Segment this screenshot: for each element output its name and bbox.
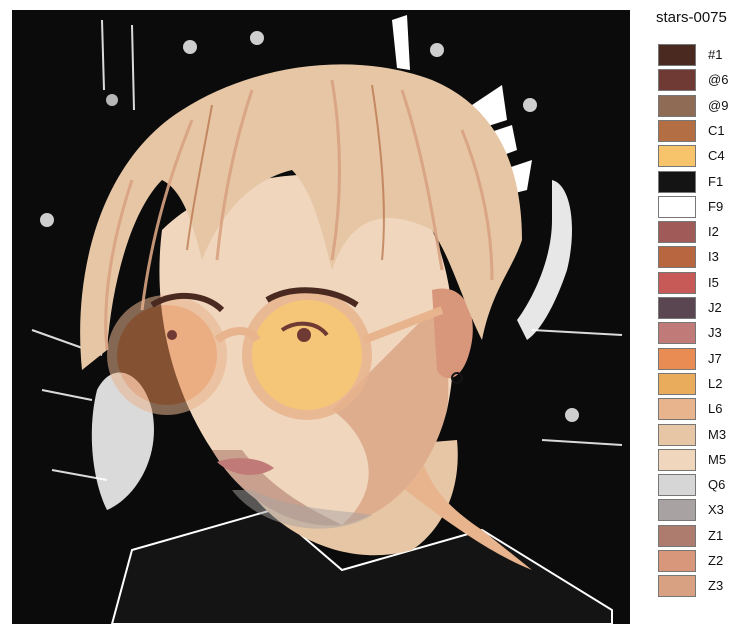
palette-entry: J3 — [658, 322, 750, 345]
color-swatch — [658, 170, 696, 193]
color-code-label: J7 — [708, 350, 722, 366]
color-swatch — [658, 145, 696, 168]
color-swatch — [658, 94, 696, 117]
palette-entry: @9 — [658, 94, 750, 117]
color-swatch — [658, 69, 696, 92]
color-code-label: @6 — [708, 72, 729, 88]
color-code-label: I2 — [708, 224, 719, 240]
palette-entry: Z1 — [658, 524, 750, 547]
palette-entry: I2 — [658, 221, 750, 244]
color-code-label: Q6 — [708, 477, 726, 493]
color-code-label: L6 — [708, 401, 723, 417]
color-code-label: F1 — [708, 173, 724, 189]
palette-entry: I3 — [658, 246, 750, 269]
color-swatch — [658, 398, 696, 421]
palette-entry: X3 — [658, 499, 750, 522]
color-code-label: M5 — [708, 451, 727, 467]
palette-entry: Q6 — [658, 474, 750, 497]
color-swatch — [658, 372, 696, 395]
color-swatch — [658, 423, 696, 446]
palette-entry: C1 — [658, 119, 750, 142]
color-swatch — [658, 271, 696, 294]
color-code-label: Z3 — [708, 578, 724, 594]
color-swatch — [658, 550, 696, 572]
color-code-label: Z2 — [708, 553, 724, 568]
palette-entry: F1 — [658, 170, 750, 193]
color-code-label: M3 — [708, 426, 727, 442]
palette-entry: F9 — [658, 195, 750, 218]
color-code-label: #1 — [708, 47, 723, 62]
color-code-label: I5 — [708, 274, 719, 290]
portrait-illustration — [12, 10, 630, 624]
color-swatch — [658, 297, 696, 319]
palette-entry: L2 — [658, 372, 750, 395]
color-code-label: C1 — [708, 122, 725, 138]
palette-entry: Z2 — [658, 550, 750, 572]
palette-entry: M3 — [658, 423, 750, 446]
color-swatch — [658, 195, 696, 218]
palette-entry: L6 — [658, 398, 750, 421]
palette-entry: Z3 — [658, 575, 750, 598]
color-code-label: C4 — [708, 148, 725, 164]
color-code-label: L2 — [708, 375, 723, 391]
color-code-label: X3 — [708, 502, 724, 518]
color-code-label: @9 — [708, 97, 729, 113]
color-swatch — [658, 44, 696, 66]
color-code-label: I3 — [708, 249, 719, 265]
color-code-label: Z1 — [708, 527, 724, 543]
color-swatch — [658, 119, 696, 142]
color-swatch — [658, 499, 696, 522]
color-swatch — [658, 575, 696, 598]
palette-entry: @6 — [658, 69, 750, 92]
palette-entry: J2 — [658, 297, 750, 319]
product-code: stars-0075 — [656, 9, 727, 26]
color-swatch — [658, 347, 696, 370]
color-swatch — [658, 524, 696, 547]
color-swatch — [658, 246, 696, 269]
palette-entry: M5 — [658, 448, 750, 471]
palette-entry: #1 — [658, 44, 750, 66]
color-code-label: J3 — [708, 325, 722, 341]
color-swatch — [658, 448, 696, 471]
palette-entry: J7 — [658, 347, 750, 370]
color-code-label: J2 — [708, 300, 722, 315]
color-swatch — [658, 322, 696, 345]
color-swatch — [658, 474, 696, 497]
paint-by-numbers-artwork — [12, 10, 630, 624]
color-code-label: F9 — [708, 198, 724, 214]
color-swatch — [658, 221, 696, 244]
palette-entry: C4 — [658, 145, 750, 168]
palette-entry: I5 — [658, 271, 750, 294]
